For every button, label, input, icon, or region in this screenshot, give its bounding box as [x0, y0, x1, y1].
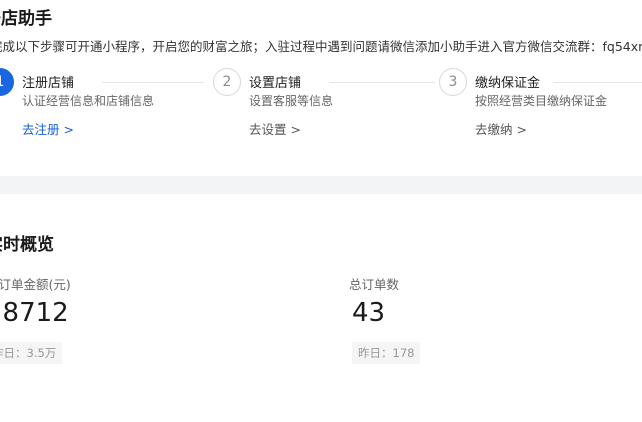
setup-description: 完成以下步骤可开通小程序，开启您的财富之旅；入驻过程中遇到问题请微信添加小助手进… [0, 39, 642, 54]
section-separator [0, 176, 642, 194]
setup-helper-card: 开店助手 完成以下步骤可开通小程序，开启您的财富之旅；入驻过程中遇到问题请微信添… [0, 0, 642, 176]
step-connector [329, 82, 435, 83]
step-3-title: 缴纳保证金 [475, 76, 541, 91]
metric-value: 43 [352, 298, 386, 328]
pay-deposit-link[interactable]: 去缴纳 > [475, 119, 527, 138]
overview-title: 实时概览 [0, 235, 54, 255]
shop-dashboard: 开店助手 完成以下步骤可开通小程序，开启您的财富之旅；入驻过程中遇到问题请微信添… [0, 0, 642, 422]
step-1-title: 注册店铺 [22, 76, 75, 91]
realtime-overview-card: 实时概览 总订单金额(元) 28712 昨日：3.5万 总订单数 43 昨日：1… [0, 194, 642, 422]
step-2-number: 2 [213, 68, 241, 96]
step-1-subtitle: 认证经营信息和店铺信息 [22, 94, 155, 108]
step-2-title: 设置店铺 [249, 76, 302, 91]
metric-label: 总订单数 [349, 277, 400, 292]
step-2-subtitle: 设置客服等信息 [249, 94, 334, 108]
register-link[interactable]: 去注册 > [22, 119, 74, 138]
step-connector [102, 82, 204, 83]
metric-yesterday: 昨日：3.5万 [0, 342, 63, 364]
step-3-subtitle: 按照经营类目缴纳保证金 [475, 94, 608, 108]
step-1-number: 1 [0, 68, 14, 96]
step-connector [553, 82, 642, 83]
metric-yesterday: 昨日：178 [352, 342, 421, 364]
step-3-number: 3 [439, 68, 467, 96]
metric-value: 28712 [0, 298, 69, 328]
configure-link[interactable]: 去设置 > [249, 119, 301, 138]
setup-title: 开店助手 [0, 9, 52, 29]
metric-label: 总订单金额(元) [0, 277, 71, 292]
